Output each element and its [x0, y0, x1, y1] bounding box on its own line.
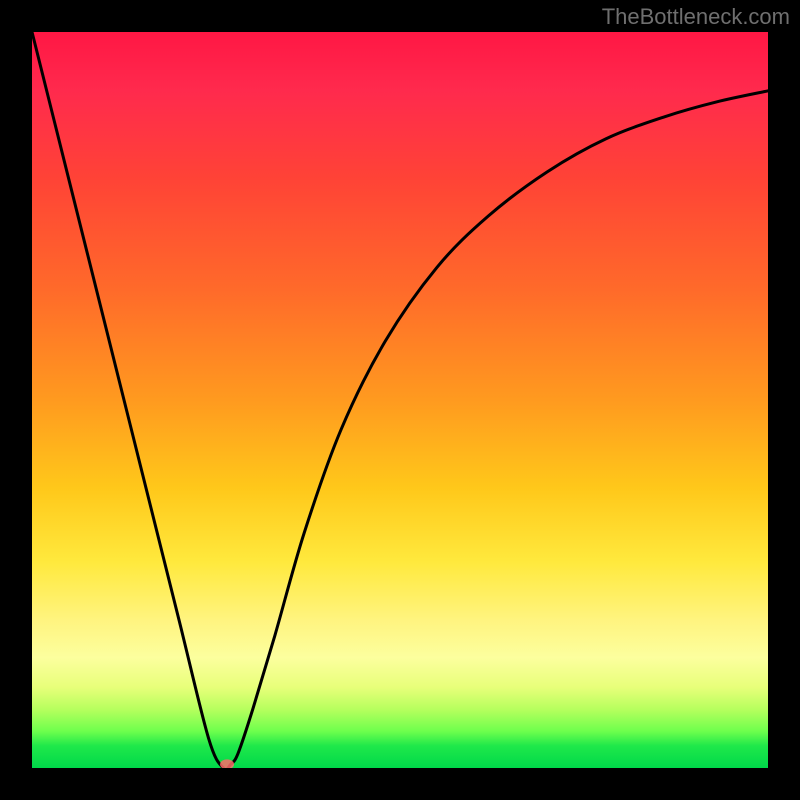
bottleneck-curve: [32, 32, 768, 768]
watermark-label: TheBottleneck.com: [602, 4, 790, 30]
plot-area: [32, 32, 768, 768]
curve-svg: [32, 32, 768, 768]
min-marker-dot: [220, 759, 234, 768]
chart-frame: TheBottleneck.com: [0, 0, 800, 800]
